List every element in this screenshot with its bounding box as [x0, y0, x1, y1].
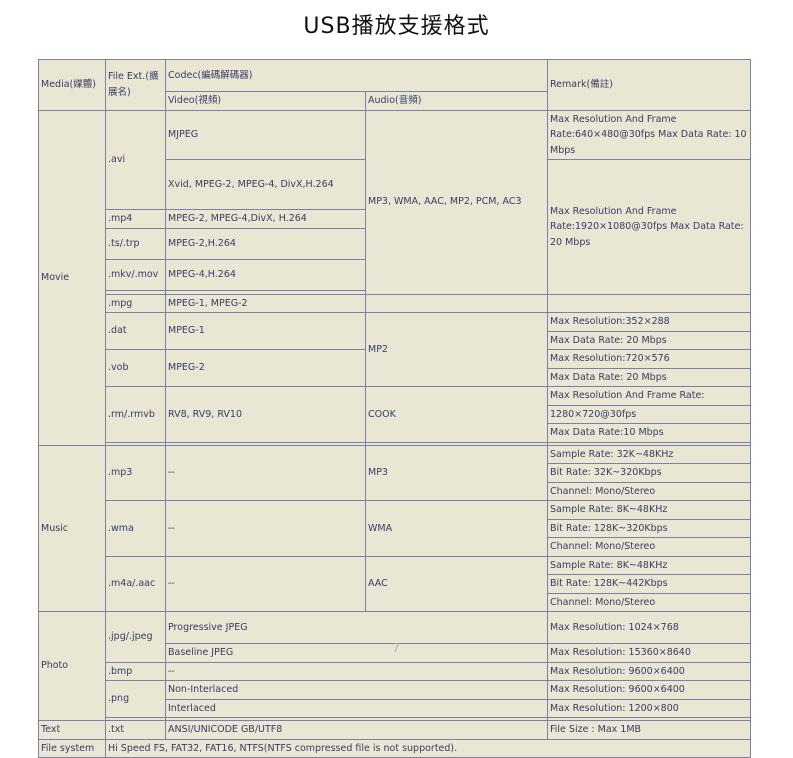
media-photo: Photo — [38, 611, 106, 721]
remark-dat-1: Max Resolution:352×288 — [547, 312, 751, 332]
remark-wma-1: Sample Rate: 8K~48KHz — [547, 500, 751, 520]
video-mkv: MPEG-4,H.264 — [165, 258, 366, 291]
ext-mp3: .mp3 — [105, 444, 166, 501]
ext-txt: .txt — [105, 720, 166, 740]
media-movie: Movie — [38, 109, 106, 446]
header-video: Video(視頻) — [165, 91, 366, 111]
remark-xvid: Max Resolution And Frame Rate:1920×1080@… — [547, 159, 751, 295]
remark-bmp: Max Resolution: 9600×6400 — [547, 661, 751, 681]
video-interlaced: Interlaced — [165, 698, 548, 718]
video-progressive-jpeg: Progressive JPEG — [165, 611, 548, 644]
video-non-interlaced: Non-Interlaced — [165, 680, 548, 700]
header-remark: Remark(備註) — [547, 59, 751, 111]
media-text: Text — [38, 720, 106, 740]
video-baseline-jpeg: Baseline JPEG — [165, 643, 548, 663]
ext-mkv: .mkv/.mov — [105, 258, 166, 291]
ext-ts: .ts/.trp — [105, 227, 166, 260]
audio-mp3: MP3 — [365, 444, 548, 501]
remark-rm-3: Max Data Rate:10 Mbps — [547, 423, 751, 443]
ext-avi: .avi — [105, 109, 166, 210]
remark-m4a-3: Channel: Mono/Stereo — [547, 592, 751, 612]
remark-vob-2: Max Data Rate: 20 Mbps — [547, 367, 751, 387]
remark-rm-2: 1280×720@30fps — [547, 404, 751, 424]
ext-mp4: .mp4 — [105, 209, 166, 229]
video-ts: MPEG-2,H.264 — [165, 227, 366, 260]
text-codec: ANSI/UNICODE GB/UTF8 — [165, 720, 548, 740]
remark-vob-1: Max Resolution:720×576 — [547, 349, 751, 369]
ext-png: .png — [105, 680, 166, 718]
page-title: USB播放支援格式 — [303, 14, 490, 39]
file-system-value: Hi Speed FS, FAT32, FAT16, NTFS(NTFS com… — [105, 738, 751, 758]
audio-cook: COOK — [365, 386, 548, 443]
header-audio: Audio(音頻) — [365, 91, 548, 111]
video-rm: RV8, RV9, RV10 — [165, 386, 366, 443]
remark-rm-1: Max Resolution And Frame Rate: — [547, 386, 751, 406]
video-mp4: MPEG-2, MPEG-4,DivX, H.264 — [165, 209, 366, 229]
audio-aac: AAC — [365, 555, 548, 612]
remark-baseline: Max Resolution: 15360×8640 — [547, 643, 751, 663]
remark-mjpeg: Max Resolution And Frame Rate:640×480@30… — [547, 109, 751, 160]
remark-mp3-1: Sample Rate: 32K~48KHz — [547, 444, 751, 464]
video-bmp: -- — [165, 661, 548, 681]
remark-m4a-2: Bit Rate: 128K~442Kbps — [547, 574, 751, 594]
video-mpg: MPEG-1, MPEG-2 — [165, 293, 366, 313]
ext-bmp: .bmp — [105, 661, 166, 681]
header-media: Media(媒體) — [38, 59, 106, 111]
ext-rm: .rm/.rmvb — [105, 386, 166, 443]
remark-dat-2: Max Data Rate: 20 Mbps — [547, 330, 751, 350]
ext-mpg: .mpg — [105, 293, 166, 313]
remark-m4a-1: Sample Rate: 8K~48KHz — [547, 555, 751, 575]
remark-progressive: Max Resolution: 1024×768 — [547, 611, 751, 644]
ext-vob: .vob — [105, 349, 166, 387]
remark-non-interlaced: Max Resolution: 9600×6400 — [547, 680, 751, 700]
audio-wma: WMA — [365, 500, 548, 557]
media-file-system: File system — [38, 738, 106, 758]
remark-interlaced: Max Resolution: 1200×800 — [547, 698, 751, 718]
header-file-ext: File Ext.(擴展名) — [105, 59, 166, 111]
page-number: 7 — [392, 641, 400, 655]
remark-mp3-2: Bit Rate: 32K~320Kbps — [547, 463, 751, 483]
video-dat: MPEG-1 — [165, 312, 366, 350]
header-codec: Codec(編碼解碼器) — [165, 59, 548, 92]
video-xvid: Xvid, MPEG-2, MPEG-4, DivX,H.264 — [165, 159, 366, 210]
remark-wma-2: Bit Rate: 128K~320Kbps — [547, 518, 751, 538]
remark-mp3-3: Channel: Mono/Stereo — [547, 481, 751, 501]
ext-m4a: .m4a/.aac — [105, 555, 166, 612]
video-m4a: -- — [165, 555, 366, 612]
video-vob: MPEG-2 — [165, 349, 366, 387]
audio-mp2: MP2 — [365, 312, 548, 387]
ext-dat: .dat — [105, 312, 166, 350]
ext-jpg: .jpg/.jpeg — [105, 611, 166, 663]
remark-txt: File Size : Max 1MB — [547, 720, 751, 740]
video-wma: -- — [165, 500, 366, 557]
media-music: Music — [38, 444, 106, 612]
audio-avi: MP3, WMA, AAC, MP2, PCM, AC3 — [365, 109, 548, 295]
video-mp3: -- — [165, 444, 366, 501]
video-mjpeg: MJPEG — [165, 109, 366, 160]
ext-wma: .wma — [105, 500, 166, 557]
remark-wma-3: Channel: Mono/Stereo — [547, 537, 751, 557]
